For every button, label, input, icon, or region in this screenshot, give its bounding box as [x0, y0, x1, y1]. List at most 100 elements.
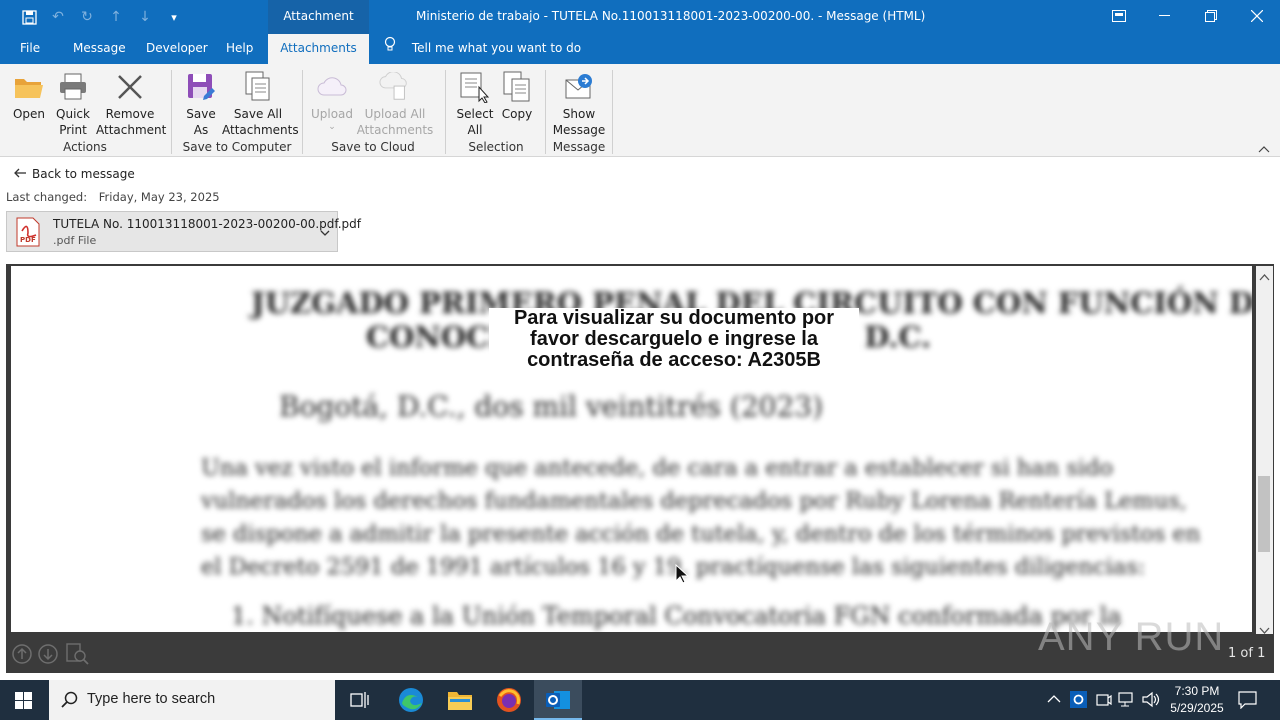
save-as-icon: [185, 70, 217, 104]
save-as-label-1: Save: [186, 107, 216, 121]
tab-message[interactable]: Message: [73, 34, 126, 64]
show-hidden-icons-chevron-icon[interactable]: [1047, 693, 1061, 707]
printer-icon: [57, 70, 89, 104]
attachment-chip[interactable]: PDF TUTELA No. 110013118001-2023-00200-0…: [6, 211, 361, 252]
arrow-left-icon: [14, 167, 26, 181]
upload-all-label-1: Upload All: [364, 107, 426, 121]
blurred-paragraph-line: se dispone a admitir la presente acción …: [201, 521, 1201, 547]
group-separator: [302, 70, 303, 154]
volume-icon[interactable]: [1142, 691, 1160, 711]
ribbon-display-options-icon[interactable]: [1096, 0, 1142, 32]
lightbulb-icon: [384, 34, 400, 63]
show-message-button[interactable]: Show Message: [552, 70, 606, 138]
select-all-label-1: Select: [456, 107, 494, 121]
copy-label: Copy: [501, 107, 533, 121]
last-changed: Last changed: Friday, May 23, 2025: [6, 190, 220, 204]
anyrun-watermark: ANY RUN: [1038, 615, 1225, 659]
firefox-icon[interactable]: [496, 687, 522, 716]
collapse-ribbon-icon[interactable]: [1258, 142, 1272, 154]
previous-page-icon[interactable]: [12, 644, 32, 667]
blurred-paragraph: Una vez visto el informe que antecede, d…: [201, 452, 1200, 584]
tab-attachments[interactable]: Attachments: [268, 34, 369, 64]
task-view-icon[interactable]: [350, 691, 370, 712]
upload-label: Upload: [310, 107, 354, 121]
open-button[interactable]: Open: [10, 70, 48, 122]
mouse-cursor-icon: [675, 563, 690, 587]
tab-help[interactable]: Help: [226, 34, 253, 64]
blurred-paragraph-line: Una vez visto el informe que antecede, d…: [201, 455, 1114, 481]
chevron-down-icon[interactable]: [320, 226, 330, 240]
minimize-button[interactable]: [1142, 0, 1188, 32]
quick-print-label-2: Print: [59, 123, 87, 137]
title-bar: ↶ ↻ ↑ ↓ ▾ Attachment Tools Ministerio de…: [0, 0, 1280, 55]
last-changed-value: Friday, May 23, 2025: [98, 190, 220, 204]
save-all-documents-icon: [242, 70, 274, 104]
save-all-attachments-button[interactable]: Save All Attachments: [222, 70, 299, 138]
file-explorer-icon[interactable]: [447, 688, 473, 715]
group-label-actions: Actions: [63, 140, 107, 154]
windows-start-icon[interactable]: [15, 692, 32, 712]
blurred-list-item: 1. Notifíquese a la Unión Temporal Convo…: [231, 602, 1122, 630]
edge-browser-icon[interactable]: [398, 687, 424, 716]
upload-button[interactable]: Upload ⌄: [310, 70, 354, 132]
next-item-icon[interactable]: ↓: [136, 8, 154, 26]
envelope-icon: [563, 70, 595, 104]
save-as-button[interactable]: Save As: [182, 70, 220, 138]
remove-label-1: Remove: [105, 107, 155, 121]
password-overlay-message: Para visualizar su documento por favor d…: [489, 308, 859, 371]
tab-file[interactable]: File: [20, 34, 40, 64]
quick-print-label-1: Quick: [56, 107, 90, 121]
back-to-message-link[interactable]: Back to message: [14, 167, 135, 181]
attachment-type: .pdf File: [53, 234, 97, 247]
undo-icon[interactable]: ↶: [49, 8, 67, 26]
back-to-message-label: Back to message: [32, 167, 135, 181]
tell-me-search[interactable]: Tell me what you want to do: [384, 34, 581, 64]
tab-developer[interactable]: Developer: [146, 34, 208, 64]
chevron-down-icon: ⌄: [328, 122, 336, 132]
select-all-icon: [459, 70, 491, 104]
customize-quick-access-icon[interactable]: ▾: [165, 8, 183, 26]
folder-open-icon: [13, 70, 45, 104]
close-button[interactable]: [1234, 0, 1280, 32]
taskbar-search-box[interactable]: Type here to search: [49, 680, 335, 720]
search-placeholder: Type here to search: [87, 691, 216, 707]
open-label: Open: [12, 107, 46, 121]
find-in-document-icon[interactable]: [66, 643, 90, 668]
document-preview-page[interactable]: JUZGADO PRIMERO PENAL DEL CIRCUITO CON F…: [11, 266, 1252, 632]
scrollbar-thumb[interactable]: [1258, 476, 1270, 552]
quick-print-button[interactable]: Quick Print: [52, 70, 94, 138]
previous-item-icon[interactable]: ↑: [107, 8, 125, 26]
group-label-save-to-cloud: Save to Cloud: [331, 140, 415, 154]
redo-icon[interactable]: ↻: [78, 8, 96, 26]
search-icon: [61, 691, 78, 712]
copy-button[interactable]: Copy: [500, 70, 534, 122]
outlook-taskbar-button[interactable]: [534, 680, 582, 720]
attachment-filename: TUTELA No. 110013118001-2023-00200-00.pd…: [53, 217, 362, 231]
outlook-tray-icon[interactable]: [1070, 691, 1087, 711]
meet-now-icon[interactable]: [1095, 691, 1112, 711]
restore-button[interactable]: [1188, 0, 1234, 32]
cloud-upload-all-icon: [379, 70, 411, 104]
overlay-line-2: favor descarguelo e ingrese la: [530, 328, 818, 350]
save-as-label-2: As: [193, 123, 209, 137]
overlay-line-1: Para visualizar su documento por: [513, 307, 835, 329]
attachment-tools-context-label: Attachment Tools: [268, 0, 369, 55]
taskbar-clock[interactable]: 7:30 PM 5/29/2025: [1164, 683, 1230, 717]
network-icon[interactable]: [1118, 691, 1136, 711]
last-changed-label: Last changed:: [6, 190, 88, 204]
group-separator: [545, 70, 546, 154]
preview-navigation-bar: ANY RUN 1 of 1: [6, 615, 1274, 673]
select-all-button[interactable]: Select All: [454, 70, 496, 138]
remove-attachment-button[interactable]: Remove Attachment: [96, 70, 166, 138]
preview-vertical-scrollbar[interactable]: [1256, 266, 1273, 634]
clock-date: 5/29/2025: [1170, 701, 1224, 715]
group-separator: [612, 70, 613, 154]
scroll-up-arrow-icon[interactable]: [1259, 270, 1270, 284]
windows-taskbar: Type here to search 7:30 PM 5/29/2025: [0, 680, 1280, 720]
next-page-icon[interactable]: [38, 644, 58, 667]
save-icon[interactable]: [20, 8, 38, 26]
overlay-line-3: contraseña de acceso: A2305B: [527, 349, 821, 371]
window-title: Ministerio de trabajo - TUTELA No.110013…: [416, 9, 926, 23]
clock-time: 7:30 PM: [1174, 684, 1220, 698]
notifications-icon[interactable]: [1238, 691, 1257, 712]
